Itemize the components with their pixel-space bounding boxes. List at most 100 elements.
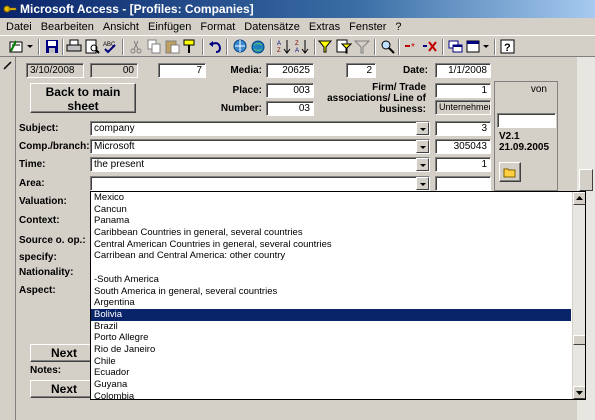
list-item[interactable]: Colombia: [91, 391, 571, 399]
menu-format[interactable]: Format: [200, 21, 235, 33]
scroll-down-button[interactable]: [573, 386, 585, 399]
new-record-icon[interactable]: *: [404, 39, 420, 54]
von-field[interactable]: [497, 113, 556, 128]
paste-icon[interactable]: [164, 39, 180, 54]
branch-value: Microsoft: [94, 141, 135, 152]
list-item[interactable]: Brazil: [91, 321, 571, 333]
menu-datensaetze[interactable]: Datensätze: [244, 21, 300, 33]
scroll-up-button[interactable]: [573, 192, 585, 205]
list-item[interactable]: South America in general, several countr…: [91, 286, 571, 298]
subject-num-field[interactable]: 3: [435, 121, 491, 136]
back-to-main-button[interactable]: Back to main sheet: [30, 83, 136, 113]
list-item[interactable]: Rio de Janeiro: [91, 344, 571, 356]
number-field[interactable]: 03: [266, 101, 314, 116]
filter-by-selection-icon[interactable]: [318, 39, 334, 54]
issue-field[interactable]: 2: [346, 63, 376, 78]
spelling-icon[interactable]: ABC: [102, 39, 118, 54]
subject-combo[interactable]: company: [90, 121, 430, 136]
next-aspect-button[interactable]: Next as: [30, 344, 92, 362]
menu-help[interactable]: ?: [395, 21, 401, 33]
area-dropdown-list[interactable]: Mexico Cancun Panama Caribbean Countries…: [90, 191, 586, 400]
arrow-down-icon: [576, 391, 583, 395]
svg-text:A: A: [277, 41, 281, 47]
time-combo[interactable]: the present: [90, 157, 430, 172]
firm-field[interactable]: 1: [435, 83, 491, 98]
svg-text:?: ?: [504, 42, 511, 54]
branch-num-field[interactable]: 305043: [435, 139, 491, 154]
new-object-dropdown-icon[interactable]: [482, 39, 490, 54]
menu-bearbeiten[interactable]: Bearbeiten: [41, 21, 94, 33]
valuation-label: Valuation:: [19, 196, 67, 207]
list-item[interactable]: [91, 262, 571, 274]
list-item-selected[interactable]: Bolivia: [91, 308, 571, 321]
save-icon[interactable]: [44, 39, 60, 54]
date-field[interactable]: 3/10/2008: [26, 63, 84, 78]
firm-type-field[interactable]: Unternehmen: [435, 100, 491, 115]
filter-by-form-icon[interactable]: [336, 39, 352, 54]
sort-ascending-icon[interactable]: AZ: [276, 39, 292, 54]
menu-datei[interactable]: Datei: [6, 21, 32, 33]
menu-ansicht[interactable]: Ansicht: [103, 21, 139, 33]
insert-hyperlink-icon[interactable]: [232, 39, 248, 54]
date2-field[interactable]: 1/1/2008: [435, 63, 491, 78]
svg-text:Z: Z: [277, 48, 281, 54]
media-field[interactable]: 20625: [266, 63, 314, 78]
branch-combo[interactable]: Microsoft: [90, 139, 430, 154]
list-item[interactable]: Cancun: [91, 204, 571, 216]
count-field[interactable]: 7: [158, 63, 206, 78]
open-folder-button[interactable]: [499, 162, 521, 182]
new-object-icon[interactable]: [466, 39, 482, 54]
list-item[interactable]: Central American Countries in general, s…: [91, 239, 571, 251]
find-icon[interactable]: [380, 39, 396, 54]
delete-record-icon[interactable]: [422, 39, 438, 54]
chevron-down-icon[interactable]: [416, 158, 429, 171]
menu-fenster[interactable]: Fenster: [349, 21, 386, 33]
format-painter-icon[interactable]: [182, 39, 198, 54]
apply-filter-icon[interactable]: [354, 39, 370, 54]
place-field[interactable]: 003: [266, 83, 314, 98]
view-dropdown-icon[interactable]: [26, 39, 34, 54]
chevron-down-icon[interactable]: [416, 140, 429, 153]
print-icon[interactable]: [66, 39, 82, 54]
list-item[interactable]: Panama: [91, 215, 571, 227]
list-item[interactable]: Guyana: [91, 379, 571, 391]
list-item[interactable]: Carribean and Central America: other cou…: [91, 250, 571, 262]
undo-icon[interactable]: [208, 39, 224, 54]
help-icon[interactable]: ?: [500, 39, 516, 54]
list-item[interactable]: Chile: [91, 356, 571, 368]
record-selector[interactable]: [0, 57, 16, 420]
next-page-button[interactable]: Next pr: [30, 380, 92, 398]
branch-label: Comp./branch:: [19, 141, 90, 152]
firm-label: Firm/ Trade associations/ Line of busine…: [327, 82, 426, 115]
dropdown-scroll-thumb[interactable]: [573, 335, 585, 345]
database-window-icon[interactable]: [448, 39, 464, 54]
list-item[interactable]: Argentina: [91, 297, 571, 309]
list-item[interactable]: -South America: [91, 274, 571, 286]
list-item[interactable]: Mexico: [91, 192, 571, 204]
sort-descending-icon[interactable]: ZA: [294, 39, 310, 54]
time-value: the present: [94, 159, 145, 170]
chevron-down-icon[interactable]: [416, 122, 429, 135]
print-preview-icon[interactable]: [84, 39, 100, 54]
dropdown-scrollbar[interactable]: [572, 192, 585, 399]
time-num-field[interactable]: 1: [435, 157, 491, 172]
list-item[interactable]: Porto Allegre: [91, 332, 571, 344]
form-scroll-thumb[interactable]: [579, 169, 593, 191]
area-num-field[interactable]: [435, 176, 491, 191]
von-label: von: [530, 84, 547, 95]
code-field[interactable]: 00: [90, 63, 138, 78]
menu-extras[interactable]: Extras: [309, 21, 340, 33]
list-item[interactable]: Caribbean Countries in general, several …: [91, 227, 571, 239]
subject-value: company: [94, 123, 135, 134]
view-icon[interactable]: [8, 39, 24, 54]
cut-icon[interactable]: [128, 39, 144, 54]
copy-icon[interactable]: [146, 39, 162, 54]
web-toolbar-icon[interactable]: [250, 39, 266, 54]
area-combo[interactable]: [90, 176, 430, 191]
chevron-down-icon[interactable]: [416, 177, 429, 190]
nationality-label: Nationality:: [19, 267, 74, 278]
media-label: Media:: [230, 65, 262, 76]
menu-einfuegen[interactable]: Einfügen: [148, 21, 191, 33]
time-label: Time:: [19, 159, 46, 170]
list-item[interactable]: Ecuador: [91, 367, 571, 379]
